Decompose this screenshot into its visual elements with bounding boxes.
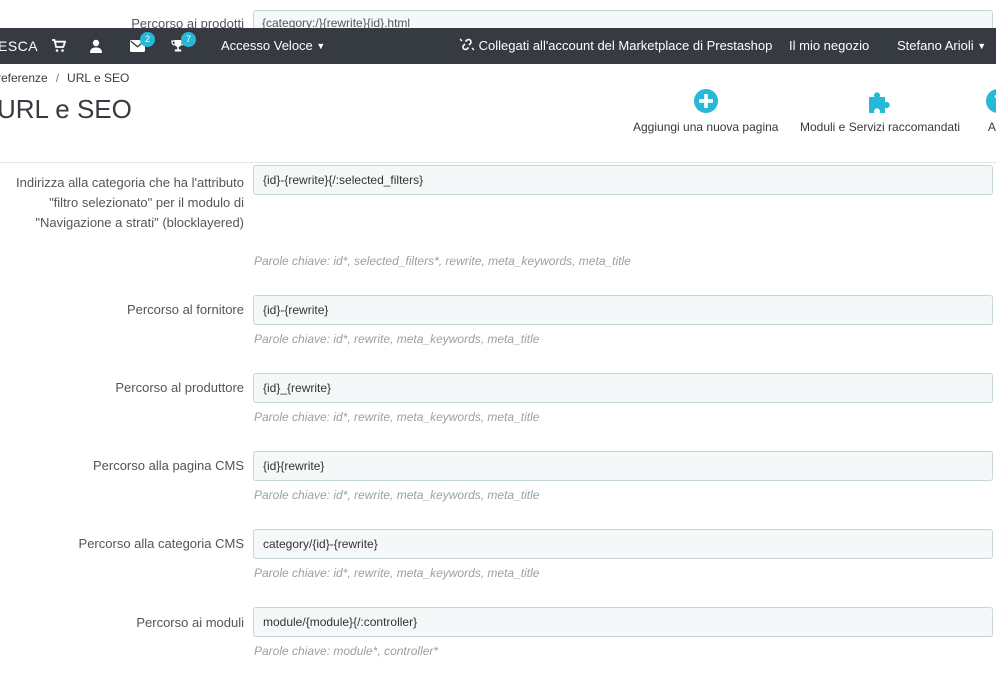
cart-icon[interactable] — [52, 39, 68, 53]
cms-page-route-input[interactable] — [253, 451, 993, 481]
cms-page-route-label: Percorso alla pagina CMS — [92, 458, 244, 473]
header-divider — [0, 162, 996, 163]
trophy-badge: 7 — [181, 32, 196, 47]
help-button[interactable]: ? Aiu — [982, 88, 996, 134]
caret-down-icon: ▼ — [977, 41, 987, 51]
customer-icon[interactable] — [89, 39, 105, 53]
manufacturer-route-input[interactable] — [253, 373, 993, 403]
marketplace-link[interactable]: Collegati all'account del Marketplace di… — [459, 38, 772, 53]
breadcrumb-parent[interactable]: referenze — [0, 71, 48, 85]
recommended-modules-button[interactable]: Moduli e Servizi raccomandati — [800, 88, 960, 134]
cms-category-route-label: Percorso alla categoria CMS — [78, 536, 244, 551]
envelope-icon[interactable]: 2 — [130, 32, 155, 53]
cms-page-route-help: Parole chiave: id*, rewrite, meta_keywor… — [254, 488, 540, 502]
selected-filters-route-help: Parole chiave: id*, selected_filters*, r… — [254, 254, 631, 268]
my-shop-link[interactable]: Il mio negozio — [789, 38, 869, 53]
marketplace-label: Collegati all'account del Marketplace di… — [478, 38, 773, 53]
user-name: Stefano Arioli — [897, 38, 974, 53]
modules-route-help: Parole chiave: module*, controller* — [254, 644, 439, 658]
breadcrumb: referenze / URL e SEO — [0, 71, 129, 85]
add-new-page-button[interactable]: Aggiungi una nuova pagina — [633, 88, 778, 134]
supplier-route-input[interactable] — [253, 295, 993, 325]
add-new-page-label: Aggiungi una nuova pagina — [633, 120, 779, 134]
user-menu[interactable]: Stefano Arioli ▼ — [897, 38, 986, 53]
help-icon: ? — [985, 88, 996, 114]
top-navbar: ESCA 2 7 Accesso Veloce ▼ Collegati all'… — [0, 28, 996, 64]
help-label: Aiu — [987, 120, 996, 134]
selected-filters-route-input[interactable] — [253, 165, 993, 195]
scrolled-form-row: Percorso ai prodotti — [0, 0, 996, 36]
manufacturer-route-label: Percorso al produttore — [115, 380, 244, 395]
breadcrumb-current: URL e SEO — [67, 71, 130, 85]
page-title: URL e SEO — [0, 94, 132, 124]
manufacturer-route-help: Parole chiave: id*, rewrite, meta_keywor… — [254, 410, 540, 424]
shop-brand: ESCA — [0, 38, 39, 54]
caret-down-icon: ▼ — [316, 41, 326, 51]
supplier-route-help: Parole chiave: id*, rewrite, meta_keywor… — [254, 332, 540, 346]
quick-access-label: Accesso Veloce — [221, 38, 313, 53]
breadcrumb-separator: / — [55, 71, 60, 85]
cms-category-route-help: Parole chiave: id*, rewrite, meta_keywor… — [254, 566, 540, 580]
link-icon — [459, 38, 479, 53]
trophy-icon[interactable]: 7 — [171, 32, 196, 53]
recommended-modules-label: Moduli e Servizi raccomandati — [800, 120, 961, 134]
selected-filters-route-label: Indirizza alla categoria che ha l'attrib… — [16, 175, 244, 230]
modules-route-label: Percorso ai moduli — [136, 615, 244, 630]
cms-category-route-input[interactable] — [253, 529, 993, 559]
messages-badge: 2 — [140, 32, 155, 47]
plus-circle-icon — [693, 88, 719, 114]
modules-route-input[interactable] — [253, 607, 993, 637]
puzzle-icon — [867, 88, 893, 114]
supplier-route-label: Percorso al fornitore — [126, 302, 244, 317]
quick-access-menu[interactable]: Accesso Veloce ▼ — [221, 38, 325, 53]
